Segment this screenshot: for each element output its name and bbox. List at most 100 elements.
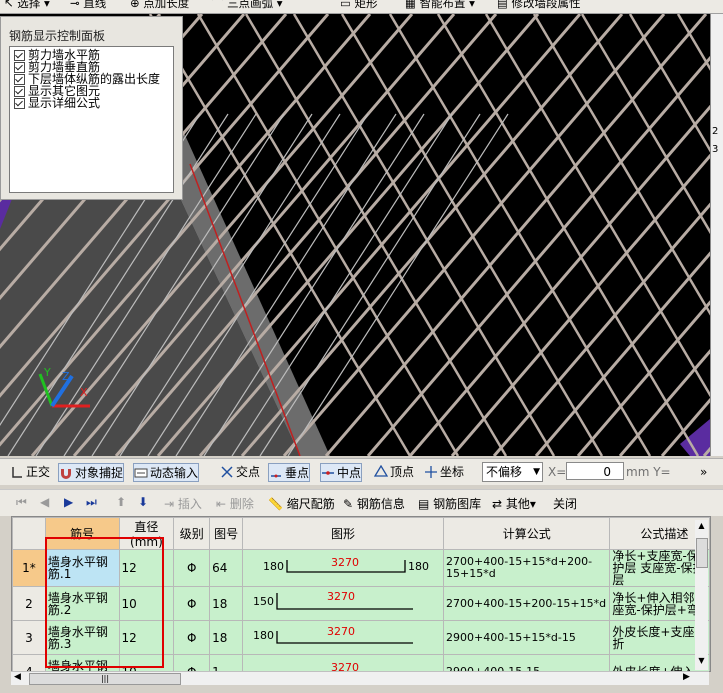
coordinate-button[interactable]: 坐标 — [424, 463, 464, 480]
rebar-line — [240, 14, 624, 456]
figure-number-cell[interactable]: 64 — [209, 549, 244, 587]
x-input-value: 0 — [603, 465, 611, 479]
toolbar-point-length-label: 点加长度 — [143, 0, 190, 10]
toolbar-arc[interactable]: ⌒ 三点画弧 ▾ — [212, 0, 283, 11]
shape-cell[interactable]: 180 3270 180 — [242, 549, 445, 587]
checkbox-checked-icon[interactable] — [14, 85, 25, 97]
ortho-button[interactable]: 正交 — [10, 463, 50, 480]
vertical-scrollbar[interactable]: ▲ ▼ — [695, 520, 708, 670]
intersection-button[interactable]: 交点 — [220, 463, 260, 480]
rebar-line — [450, 153, 710, 456]
intersection-label: 交点 — [236, 465, 261, 479]
shape-dimension-label: 150 — [253, 595, 274, 608]
toolbar-rect[interactable]: ▭ 矩形 — [340, 0, 378, 11]
vertex-label: 顶点 — [390, 465, 415, 479]
header-formula[interactable]: 计算公式 — [443, 517, 611, 550]
object-snap-label: 对象捕捉 — [75, 466, 124, 480]
last-record-icon[interactable]: ⏭ — [86, 495, 97, 510]
rebar-shape-diagram: 150 3270 — [253, 590, 414, 610]
formula-cell[interactable]: 2700+400-15+15*d+200-15+15*d — [443, 549, 611, 587]
horizontal-scrollbar[interactable]: ◀ ||| ▶ — [11, 671, 709, 685]
option-show-detailed-formula[interactable]: 显示详细公式 — [14, 97, 100, 109]
shape-cell[interactable]: 150 3270 — [242, 586, 445, 621]
header-grade[interactable]: 级别 — [173, 517, 211, 550]
checkbox-checked-icon[interactable] — [14, 61, 25, 73]
shape-dimension-label: 3270 — [331, 556, 359, 569]
rebar-library-icon: ▤ — [418, 496, 430, 511]
header-figure-number[interactable]: 图号 — [209, 517, 244, 550]
dynamic-input-label: 动态输入 — [150, 466, 199, 480]
next-record-icon[interactable]: ▶ — [64, 495, 73, 509]
axis-label: X — [80, 386, 88, 399]
figure-number-cell[interactable]: 18 — [209, 586, 244, 621]
row-header[interactable]: 3 — [12, 620, 46, 655]
offset-select[interactable]: 不偏移 ▼ — [482, 462, 543, 482]
side-number: 3 — [712, 144, 719, 155]
shape-cell[interactable]: 180 3270 — [242, 620, 445, 655]
toolbar-smart-place-label: 智能布置 — [419, 0, 466, 10]
rebar-line — [388, 14, 652, 456]
insert-button[interactable]: ⇥ 插入 — [164, 495, 202, 512]
midpoint-button[interactable]: 中点 — [320, 463, 363, 482]
control-panel-options: 剪力墙水平筋 剪力墙垂直筋 下层墙体纵筋的露出长度 显示其它图元 显示详细公式 — [9, 46, 174, 193]
first-record-icon[interactable]: ⏮ — [16, 495, 27, 510]
move-up-icon[interactable]: ⬆ — [116, 495, 126, 509]
toolbar-modify-wall-label: 修改墙段属性 — [511, 0, 581, 10]
formula-cell[interactable]: 2900+400-15+15*d-15 — [443, 620, 611, 655]
vertex-button[interactable]: 顶点 — [373, 463, 415, 480]
scroll-thumb[interactable]: ||| — [29, 673, 181, 685]
row-header[interactable]: 1* — [12, 549, 46, 587]
toolbar-smart-place[interactable]: ▦ 智能布置 ▾ — [405, 0, 475, 11]
shape-dimension-label: 180 — [263, 560, 284, 573]
checkbox-checked-icon[interactable] — [14, 73, 25, 85]
rebar-info-icon: ✎ — [343, 496, 354, 511]
row-header[interactable]: 2 — [12, 586, 46, 621]
dynamic-input-icon — [134, 466, 148, 480]
rebar-line — [198, 14, 582, 456]
magnet-icon — [59, 466, 73, 480]
other-menu-button[interactable]: ⇄ 其他 ▾ — [492, 495, 536, 512]
rebar-line — [231, 113, 453, 456]
toolbar-modify-wall[interactable]: ▤ 修改墙段属性 — [497, 0, 581, 11]
header-shape[interactable]: 图形 — [242, 517, 445, 550]
delete-icon: ⇤ — [216, 496, 227, 511]
scroll-down-icon[interactable]: ▼ — [696, 656, 707, 667]
perpendicular-button[interactable]: 垂点 — [268, 463, 311, 482]
scroll-right-icon[interactable]: ▶ — [683, 672, 690, 682]
toolbar-line[interactable]: ⊸ 直线 — [70, 0, 106, 11]
shape-cell[interactable]: 3270 — [242, 654, 445, 671]
scroll-thumb[interactable] — [696, 538, 708, 568]
grade-cell[interactable]: Φ — [173, 654, 211, 671]
rebar-info-button[interactable]: ✎ 钢筋信息 — [343, 495, 405, 512]
checkbox-checked-icon[interactable] — [14, 97, 25, 109]
x-input[interactable]: 0 — [566, 462, 624, 480]
snap-toolbar: 正交 对象捕捉 动态输入 交点 垂点 中点 顶点 坐标 不偏移 ▼ X= 0 mm… — [0, 458, 723, 485]
formula-cell[interactable]: 2700+400-15+200-15+15*d — [443, 586, 611, 621]
row-header[interactable]: 4 — [12, 654, 46, 671]
scroll-left-icon[interactable]: ◀ — [14, 672, 21, 682]
toolbar-select[interactable]: ↖ 选择 ▾ — [4, 0, 50, 11]
toolbar-rect-label: 矩形 — [354, 0, 378, 10]
grade-cell[interactable]: Φ — [173, 549, 211, 587]
scale-rebar-label: 缩尺配筋 — [286, 497, 335, 511]
previous-record-icon[interactable]: ◀ — [40, 495, 49, 509]
scale-rebar-button[interactable]: 📏 缩尺配筋 — [268, 495, 335, 512]
object-snap-button[interactable]: 对象捕捉 — [58, 463, 125, 482]
more-button[interactable]: » — [700, 463, 707, 480]
move-down-icon[interactable]: ⬇ — [138, 495, 148, 509]
checkbox-checked-icon[interactable] — [14, 49, 25, 61]
formula-cell[interactable]: 2900+400-15-15 — [443, 654, 611, 671]
scroll-up-icon[interactable]: ▲ — [696, 521, 707, 532]
figure-number-cell[interactable]: 18 — [209, 620, 244, 655]
rebar-library-button[interactable]: ▤ 钢筋图库 — [418, 495, 481, 512]
figure-number-cell[interactable]: 1 — [209, 654, 244, 671]
control-panel-title: 钢筋显示控制面板 — [9, 29, 106, 43]
dynamic-input-button[interactable]: 动态输入 — [133, 463, 200, 482]
toolbar-select-label: 选择 — [17, 0, 41, 10]
grade-cell[interactable]: Φ — [173, 586, 211, 621]
delete-button[interactable]: ⇤ 删除 — [216, 495, 254, 512]
midpoint-label: 中点 — [337, 466, 362, 480]
grade-cell[interactable]: Φ — [173, 620, 211, 655]
toolbar-point-length[interactable]: ⊕ 点加长度 — [130, 0, 189, 11]
close-button[interactable]: 关闭 — [553, 495, 577, 512]
